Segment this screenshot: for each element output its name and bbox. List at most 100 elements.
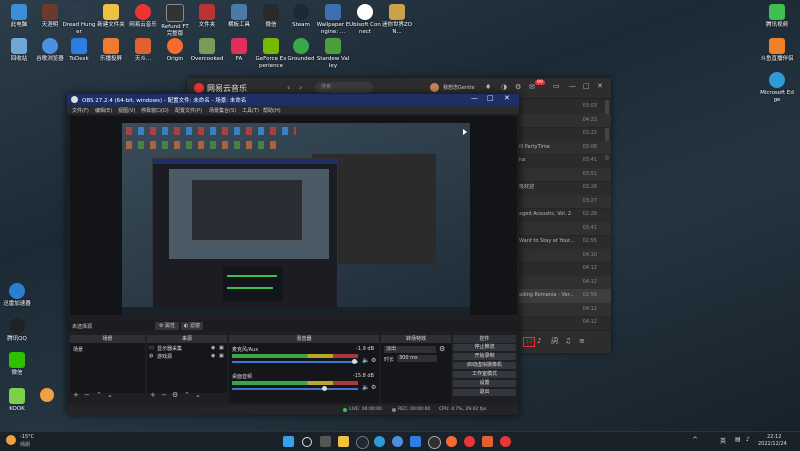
desktop-icon-wechat-left[interactable]: 微信 bbox=[0, 352, 34, 377]
menu-view[interactable]: 视图(V) bbox=[118, 107, 135, 114]
app-icon[interactable] bbox=[482, 436, 493, 447]
message-icon[interactable]: ✉ bbox=[529, 83, 535, 91]
music-username[interactable]: 我想念Gentle bbox=[443, 84, 475, 91]
desktop-icon-tencent-video[interactable]: 腾讯视频 bbox=[760, 4, 794, 29]
task-view-icon[interactable] bbox=[320, 436, 331, 447]
scene-item[interactable]: 场景 bbox=[73, 346, 83, 353]
obs-close-icon[interactable]: ✕ bbox=[504, 94, 510, 102]
menu-help[interactable]: 帮助(H) bbox=[263, 107, 281, 114]
obs-icon[interactable] bbox=[428, 436, 441, 449]
source-remove-icon[interactable]: − bbox=[161, 391, 167, 399]
scene-add-icon[interactable]: + bbox=[73, 391, 79, 399]
track-row[interactable]: 03:03 bbox=[517, 100, 611, 115]
desktop-icon-todesk[interactable]: ToDesk bbox=[62, 38, 96, 63]
volume-slider-thumb[interactable] bbox=[322, 386, 327, 391]
mini-mode-icon[interactable]: ▭ bbox=[553, 82, 560, 90]
track-row[interactable]: ha 03:41 bbox=[517, 154, 611, 169]
playlist-icon[interactable]: ≡ bbox=[579, 337, 585, 345]
desktop-icon-ubisoft[interactable]: Ubisoft Connect bbox=[348, 4, 382, 35]
mixer-gear-icon[interactable]: ⚙ bbox=[371, 384, 376, 391]
desktop-icon-dread-hunger[interactable]: Dread Hunger bbox=[62, 4, 96, 35]
desktop-icon-overcooked[interactable]: Overcooked bbox=[190, 38, 224, 63]
edge-icon[interactable] bbox=[374, 436, 385, 447]
volume-slider[interactable] bbox=[232, 361, 358, 363]
track-row[interactable]: 04:12 bbox=[517, 275, 611, 290]
track-row[interactable]: ading Romania - Ver... 02:58 bbox=[517, 289, 611, 304]
desktop-icon-fa[interactable]: FA bbox=[222, 38, 256, 63]
weather-icon[interactable] bbox=[6, 435, 16, 445]
back-icon[interactable]: ‹ bbox=[287, 83, 290, 92]
desktop-icon-recycle-bin[interactable]: 回收站 bbox=[2, 38, 36, 63]
speaker-icon[interactable]: 🔈 bbox=[362, 357, 369, 364]
desktop-icon-lebo[interactable]: 乐播投屏 bbox=[94, 38, 128, 63]
weather-temp[interactable]: -15°C bbox=[20, 434, 34, 440]
menu-file[interactable]: 文件(F) bbox=[72, 107, 89, 114]
source-item-game[interactable]: ◍ 游戏源 ◉ ▣ bbox=[147, 353, 227, 360]
desktop-icon-netease-music[interactable]: 网易云音乐 bbox=[126, 4, 160, 29]
volume-icon[interactable]: ♫ bbox=[565, 337, 571, 345]
start-virtual-camera-button[interactable]: 启动虚拟摄像机 bbox=[453, 362, 516, 369]
menu-edit[interactable]: 编辑(E) bbox=[95, 107, 112, 114]
clock-date[interactable]: 2022/12/24 bbox=[758, 441, 787, 447]
desktop-icon-douyu[interactable]: 斗鱼直播伴侣 bbox=[760, 38, 794, 63]
track-row[interactable]: 04:10 bbox=[517, 248, 611, 263]
desktop-icon-grounded[interactable]: Grounded bbox=[284, 38, 318, 63]
user-avatar[interactable] bbox=[430, 83, 439, 92]
desktop-icon-tiandou[interactable]: 天斗... bbox=[126, 38, 160, 63]
skin-icon[interactable]: ◑ bbox=[501, 83, 507, 91]
desktop-icon-stardew[interactable]: Stardew Valley bbox=[316, 38, 350, 69]
exit-button[interactable]: 退出 bbox=[453, 389, 516, 396]
settings-gear-icon[interactable]: ⚙ bbox=[515, 83, 521, 91]
desktop-icon-wechat[interactable]: 微信 bbox=[254, 4, 288, 29]
menu-tools[interactable]: 工具(T) bbox=[242, 107, 259, 114]
desktop-icon-new-folder[interactable]: 新建文件夹 bbox=[94, 4, 128, 29]
menu-scene-collection[interactable]: 场景集合(S) bbox=[209, 107, 236, 114]
desktop-icon-steam[interactable]: Steam bbox=[284, 4, 318, 29]
search-icon[interactable] bbox=[302, 437, 312, 447]
origin-icon[interactable] bbox=[446, 436, 457, 447]
todesk-icon[interactable] bbox=[410, 436, 421, 447]
tray-chevron-icon[interactable]: ^ bbox=[692, 436, 698, 444]
visibility-eye-icon[interactable]: ◉ bbox=[211, 345, 215, 351]
source-add-icon[interactable]: + bbox=[150, 391, 156, 399]
maximize-icon[interactable]: □ bbox=[583, 82, 590, 90]
track-row[interactable]: 04:23 bbox=[517, 113, 611, 128]
desktop-icon-qq[interactable]: 腾讯QQ bbox=[0, 318, 34, 343]
scene-remove-icon[interactable]: − bbox=[84, 391, 90, 399]
stop-streaming-button[interactable]: 停止推流 bbox=[453, 344, 516, 351]
scene-up-icon[interactable]: ⌃ bbox=[96, 391, 102, 399]
source-up-icon[interactable]: ⌃ bbox=[184, 391, 190, 399]
chrome-icon[interactable] bbox=[392, 436, 403, 447]
menu-profile[interactable]: 配置文件(P) bbox=[175, 107, 202, 114]
track-row[interactable]: 04:12 bbox=[517, 316, 611, 331]
desktop-icon-refund[interactable]: Refund FT 完整版 bbox=[158, 4, 192, 37]
clock-time[interactable]: 22:12 bbox=[767, 434, 781, 440]
track-row[interactable]: ill PartyTime 03:08 bbox=[517, 140, 611, 155]
scene-down-icon[interactable]: ⌄ bbox=[107, 391, 113, 399]
file-explorer-icon[interactable] bbox=[338, 436, 349, 447]
volume-slider-thumb[interactable] bbox=[352, 359, 357, 364]
desktop-icon-this-pc[interactable]: 此电脑 bbox=[2, 4, 36, 29]
source-down-icon[interactable]: ⌄ bbox=[195, 391, 201, 399]
netease-music-active-icon[interactable] bbox=[500, 436, 511, 447]
speaker-icon[interactable]: 🔈 bbox=[362, 384, 369, 391]
desktop-icon-kook[interactable]: KOOK bbox=[0, 388, 34, 413]
transition-gear-icon[interactable]: ⚙ bbox=[439, 345, 445, 353]
mixer-gear-icon[interactable]: ⚙ bbox=[371, 357, 376, 364]
properties-button[interactable]: ⚙ 属性 bbox=[155, 322, 179, 330]
vip-icon[interactable]: ♦ bbox=[485, 83, 491, 91]
desktop-icon-edge[interactable]: Microsoft Edge bbox=[760, 72, 794, 103]
obs-preview[interactable] bbox=[70, 116, 517, 315]
track-row[interactable]: aged Acoustic, Vol. 2 02:28 bbox=[517, 208, 611, 223]
lock-icon[interactable]: ▣ bbox=[219, 353, 224, 359]
desktop-icon-wallpaper-engine[interactable]: Wallpaper Engine: ... bbox=[316, 4, 350, 35]
netease-music-icon[interactable] bbox=[464, 436, 475, 447]
close-icon[interactable]: ✕ bbox=[597, 82, 603, 90]
track-row[interactable]: Want to Stay at Your... 02:55 bbox=[517, 235, 611, 250]
music-search-input[interactable]: 搜索 bbox=[315, 82, 373, 93]
lock-icon[interactable]: ▣ bbox=[219, 345, 224, 351]
desktop-icon-origin[interactable]: Origin bbox=[158, 38, 192, 63]
desktop-icon-xunlei[interactable]: 迅雷加速器 bbox=[0, 283, 34, 308]
track-row[interactable]: 04:12 bbox=[517, 302, 611, 317]
transition-select[interactable]: 淡出 bbox=[384, 346, 436, 353]
